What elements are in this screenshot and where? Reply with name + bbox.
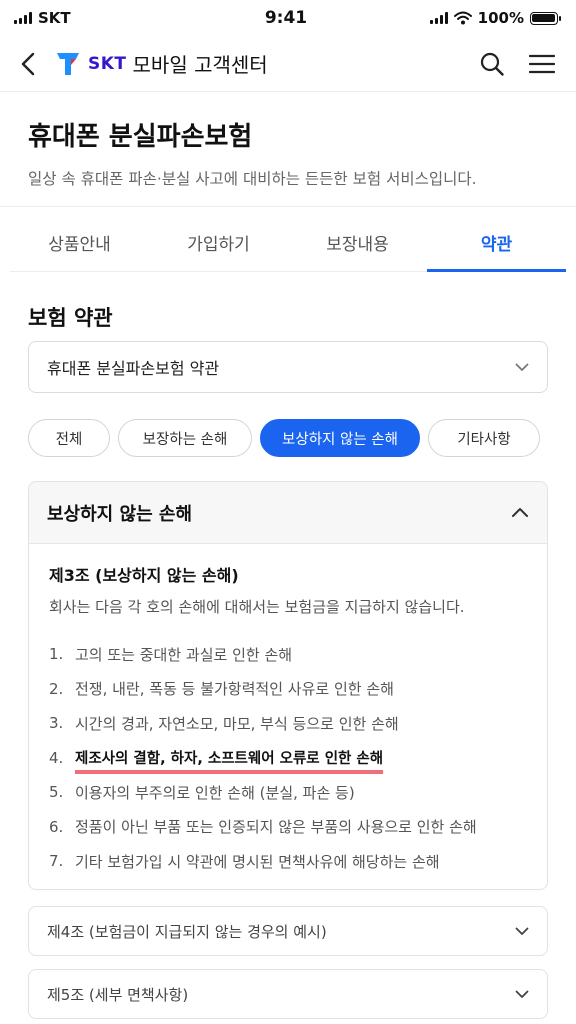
item-text-highlighted: 제조사의 결함, 하자, 소프트웨어 오류로 인한 손해 (75, 751, 384, 768)
list-item: 5. 이용자의 부주의로 인한 손해 (분실, 파손 등) (49, 775, 527, 810)
item-number: 3. (49, 714, 64, 733)
list-item: 1. 고의 또는 중대한 과실로 인한 손해 (49, 637, 527, 672)
accordion-title: 보상하지 않는 손해 (47, 503, 193, 525)
skt-logo[interactable]: SKT (56, 51, 127, 77)
filter-chip-covered[interactable]: 보장하는 손해 (118, 419, 252, 457)
divider (0, 206, 576, 207)
page-title: 휴대폰 분실파손보험 (28, 122, 253, 152)
list-item-highlighted: 4. 제조사의 결함, 하자, 소프트웨어 오류로 인한 손해 (49, 741, 527, 776)
filter-chip-all[interactable]: 전체 (28, 419, 110, 457)
accordion-header[interactable]: 보상하지 않는 손해 (29, 482, 547, 544)
accordion-body: 제3조 (보상하지 않는 손해) 회사는 다음 각 호의 손해에 대해서는 보험… (29, 544, 547, 879)
carrier-label: SKT (38, 9, 71, 27)
item-number: 5. (49, 783, 64, 802)
item-number: 6. (49, 817, 64, 836)
article-title: 제3조 (보상하지 않는 손해) (49, 566, 239, 585)
accordion-title: 제4조 (보험금이 지급되지 않는 경우의 예시) (47, 922, 327, 941)
filter-chip-other[interactable]: 기타사항 (428, 419, 540, 457)
accordion-article-5[interactable]: 제5조 (세부 면책사항) (28, 969, 548, 1019)
list-item: 3. 시간의 경과, 자연소모, 마모, 부식 등으로 인한 손해 (49, 706, 527, 741)
battery-percent: 100% (477, 9, 524, 27)
signal-icon (429, 12, 448, 24)
article-intro: 회사는 다음 각 호의 손해에 대해서는 보험금을 지급하지 않습니다. (49, 598, 465, 616)
page-subtitle: 일상 속 휴대폰 파손·분실 사고에 대비하는 든든한 보험 서비스입니다. (28, 170, 477, 188)
chevron-down-icon (515, 363, 529, 371)
back-arrow-icon (21, 52, 35, 75)
product-tabs: 상품안내 가입하기 보장내용 약관 (10, 214, 566, 272)
signal-icon (14, 12, 32, 24)
app-header: SKT 모바일 고객센터 (0, 36, 576, 92)
item-text: 시간의 경과, 자연소모, 마모, 부식 등으로 인한 손해 (75, 714, 399, 733)
accordion-title: 제5조 (세부 면책사항) (47, 985, 189, 1004)
terms-filter-chips: 전체 보장하는 손해 보상하지 않는 손해 기타사항 (28, 419, 548, 457)
exclusion-list: 1. 고의 또는 중대한 과실로 인한 손해 2. 전쟁, 내란, 폭동 등 불… (49, 637, 527, 879)
tab-product-info[interactable]: 상품안내 (10, 214, 149, 271)
list-item: 7. 기타 보험가입 시 약관에 명시된 면책사유에 해당하는 손해 (49, 844, 527, 879)
filter-chip-not-covered[interactable]: 보상하지 않는 손해 (260, 419, 420, 457)
item-text: 고의 또는 중대한 과실로 인한 손해 (75, 645, 293, 664)
accordion-article-4[interactable]: 제4조 (보험금이 지급되지 않는 경우의 예시) (28, 906, 548, 956)
item-number: 2. (49, 679, 64, 698)
page-heading: 휴대폰 분실파손보험 일상 속 휴대폰 파손·분실 사고에 대비하는 든든한 보… (28, 116, 548, 189)
status-time: 9:41 (264, 8, 308, 28)
status-bar: SKT 9:41 100% (0, 0, 576, 36)
chevron-down-icon (515, 990, 529, 998)
skt-logo-icon (57, 52, 79, 75)
item-text: 전쟁, 내란, 폭동 등 불가항력적인 사유로 인한 손해 (75, 680, 394, 699)
logo-text: SKT (88, 53, 127, 74)
menu-button[interactable] (520, 42, 564, 86)
chevron-down-icon (515, 927, 529, 935)
item-text: 기타 보험가입 시 약관에 명시된 면책사유에 해당하는 손해 (75, 852, 440, 871)
accordion-not-covered: 보상하지 않는 손해 제3조 (보상하지 않는 손해) 회사는 다음 각 호의 … (28, 481, 548, 890)
battery-icon (529, 11, 561, 25)
chevron-up-icon (512, 508, 528, 517)
item-number: 4. (49, 748, 64, 767)
search-icon (480, 52, 504, 76)
item-text: 이용자의 부주의로 인한 손해 (분실, 파손 등) (75, 783, 355, 802)
section-title: 보험 약관 (28, 306, 113, 330)
menu-icon (529, 54, 555, 73)
terms-document-value: 휴대폰 분실파손보험 약관 (47, 359, 220, 378)
back-button[interactable] (0, 36, 56, 92)
search-button[interactable] (470, 42, 514, 86)
list-item: 6. 정품이 아닌 부품 또는 인증되지 않은 부품의 사용으로 인한 손해 (49, 810, 527, 845)
tab-terms[interactable]: 약관 (427, 214, 566, 272)
header-title: 모바일 고객센터 (132, 53, 268, 77)
terms-document-select[interactable]: 휴대폰 분실파손보험 약관 (28, 341, 548, 393)
tab-join[interactable]: 가입하기 (149, 214, 288, 271)
item-number: 7. (49, 852, 64, 871)
item-number: 1. (49, 645, 64, 664)
list-item: 2. 전쟁, 내란, 폭동 등 불가항력적인 사유로 인한 손해 (49, 672, 527, 707)
wifi-icon (453, 11, 472, 25)
tab-coverage[interactable]: 보장내용 (288, 214, 427, 271)
item-text: 정품이 아닌 부품 또는 인증되지 않은 부품의 사용으로 인한 손해 (75, 818, 477, 837)
